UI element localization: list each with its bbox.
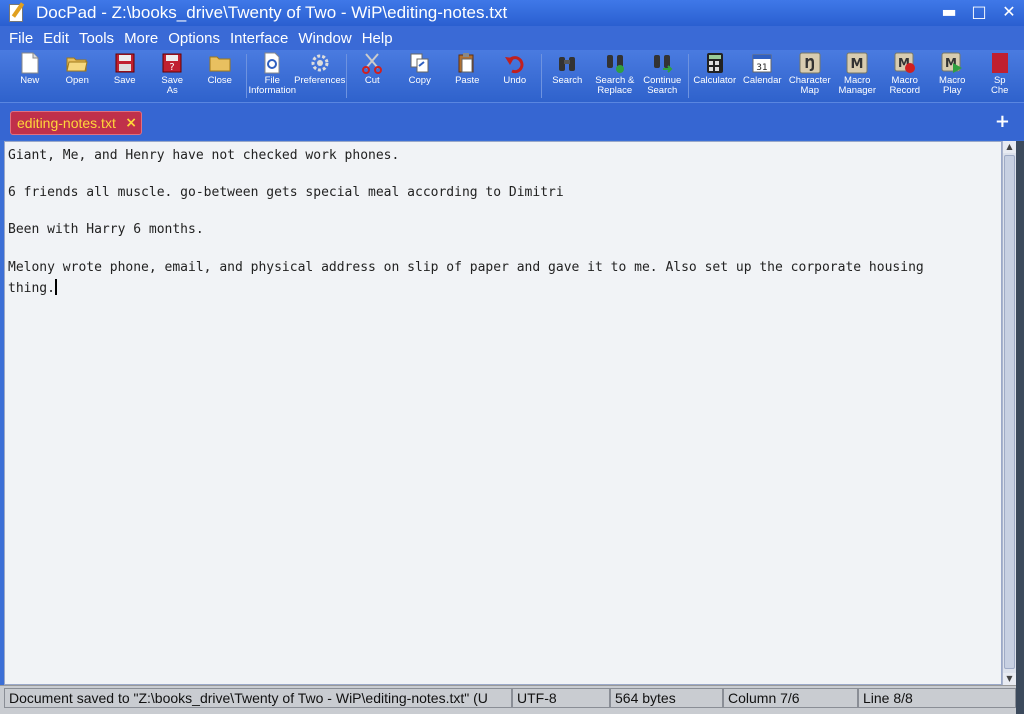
search-button[interactable]: Search [544, 50, 592, 102]
macro-record-button[interactable]: M Macro Record [881, 50, 929, 102]
menu-window[interactable]: Window [298, 30, 351, 47]
save-as-button[interactable]: ? Save As [149, 50, 197, 102]
paste-button[interactable]: Paste [444, 50, 492, 102]
close-button[interactable]: Close [196, 50, 244, 102]
vertical-scrollbar[interactable]: ▲ ▼ [1002, 141, 1016, 685]
menu-interface[interactable]: Interface [230, 30, 288, 47]
menu-more[interactable]: More [124, 30, 158, 47]
undo-icon [504, 52, 526, 74]
maximize-button[interactable]: □ [970, 2, 988, 22]
calendar-button[interactable]: 31 Calendar [739, 50, 787, 102]
macro-record-icon: M [894, 52, 916, 74]
save-as-icon: ? [161, 52, 183, 74]
continue-search-button[interactable]: Continue Search [639, 50, 687, 102]
tab-editing-notes[interactable]: editing-notes.txt × [10, 111, 142, 135]
spell-check-button[interactable]: Sp Che [976, 50, 1024, 102]
status-column: Column 7/6 [723, 688, 858, 708]
copy-button[interactable]: Copy [396, 50, 444, 102]
new-button[interactable]: New [6, 50, 54, 102]
menu-options[interactable]: Options [168, 30, 220, 47]
binoculars-icon [556, 52, 578, 74]
status-file-size: 564 bytes [610, 688, 723, 708]
menu-file[interactable]: File [9, 30, 33, 47]
file-information-button[interactable]: File Information [248, 50, 296, 102]
toolbar-separator [245, 54, 247, 98]
character-map-icon: Ŋ [799, 52, 821, 74]
scroll-up-icon[interactable]: ▲ [1003, 141, 1016, 153]
docpad-app-icon[interactable] [6, 2, 28, 24]
character-map-button[interactable]: Ŋ Character Map [786, 50, 834, 102]
status-bar: Document saved to "Z:\books_drive\Twenty… [0, 685, 1016, 714]
paste-icon [456, 52, 478, 74]
menu-help[interactable]: Help [362, 30, 393, 47]
undo-button[interactable]: Undo [491, 50, 539, 102]
editor-line: Melony wrote phone, email, and physical … [8, 260, 924, 275]
scissors-icon [361, 52, 383, 74]
search-replace-button[interactable]: Search & Replace [591, 50, 639, 102]
text-caret [54, 279, 57, 295]
new-file-icon [19, 52, 41, 74]
macro-manager-icon: M [846, 52, 868, 74]
minimize-button[interactable]: ▬ [940, 2, 958, 22]
status-line: Line 8/8 [858, 688, 1016, 708]
macro-play-icon: M [941, 52, 963, 74]
tab-label: editing-notes.txt [17, 115, 116, 131]
window-title: DocPad - Z:\books_drive\Twenty of Two - … [36, 3, 508, 22]
editor-line: Giant, Me, and Henry have not checked wo… [8, 148, 400, 163]
open-folder-icon [66, 52, 88, 74]
copy-icon [409, 52, 431, 74]
editor-line: 6 friends all muscle. go-between gets sp… [8, 185, 564, 200]
svg-text:Ŋ: Ŋ [804, 57, 815, 72]
cut-button[interactable]: Cut [349, 50, 397, 102]
status-message: Document saved to "Z:\books_drive\Twenty… [4, 688, 512, 708]
file-info-icon [261, 52, 283, 74]
spell-check-icon [989, 52, 1011, 74]
search-replace-icon [604, 52, 626, 74]
new-tab-button[interactable]: + [995, 111, 1010, 132]
tab-close-icon[interactable]: × [125, 115, 137, 131]
title-bar[interactable]: DocPad - Z:\books_drive\Twenty of Two - … [0, 0, 1024, 26]
calendar-icon: 31 [751, 52, 773, 74]
preferences-button[interactable]: Preferences [294, 50, 345, 102]
svg-text:M: M [851, 57, 864, 72]
macro-manager-button[interactable]: M Macro Manager [834, 50, 882, 102]
text-editor[interactable]: Giant, Me, and Henry have not checked wo… [4, 141, 1002, 685]
docpad-window: DocPad - Z:\books_drive\Twenty of Two - … [0, 0, 1024, 714]
svg-text:?: ? [170, 62, 175, 73]
svg-text:31: 31 [757, 63, 768, 73]
toolbar-separator [688, 54, 689, 98]
toolbar-separator [540, 54, 542, 98]
window-edge [1016, 141, 1024, 714]
toolbar: New Open Save ? Save As Close File Informa… [0, 50, 1024, 102]
close-window-button[interactable]: ✕ [1000, 2, 1018, 22]
status-encoding[interactable]: UTF-8 [512, 688, 610, 708]
close-folder-icon [209, 52, 231, 74]
macro-play-button[interactable]: M Macro Play [929, 50, 977, 102]
menu-tools[interactable]: Tools [79, 30, 114, 47]
editor-line-text: thing. [8, 281, 55, 296]
save-icon [114, 52, 136, 74]
toolbar-separator [345, 54, 347, 98]
editor-line: Been with Harry 6 months. [8, 222, 204, 237]
save-button[interactable]: Save [101, 50, 149, 102]
scrollbar-thumb[interactable] [1004, 155, 1015, 669]
calculator-icon [704, 52, 726, 74]
scroll-down-icon[interactable]: ▼ [1003, 673, 1016, 685]
menu-bar: File Edit Tools More Options Interface W… [0, 26, 1024, 50]
continue-search-icon [651, 52, 673, 74]
menu-edit[interactable]: Edit [43, 30, 69, 47]
calculator-button[interactable]: Calculator [691, 50, 739, 102]
open-button[interactable]: Open [54, 50, 102, 102]
tab-bar: editing-notes.txt × + [0, 102, 1024, 140]
editor-line-last: thing. [8, 279, 57, 296]
gear-icon [309, 52, 331, 74]
